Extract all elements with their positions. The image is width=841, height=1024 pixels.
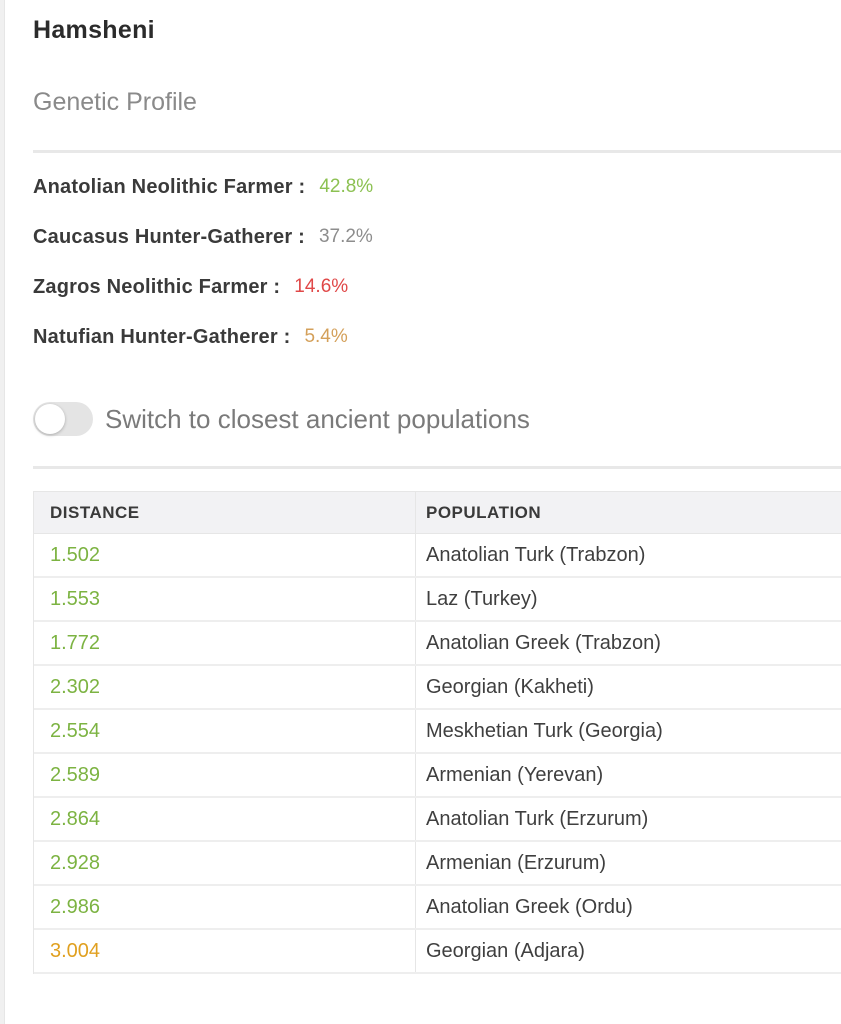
table-row: 1.553 Laz (Turkey) <box>34 578 841 622</box>
profile-label: Zagros Neolithic Farmer : <box>33 276 281 298</box>
population-cell: Anatolian Greek (Trabzon) <box>426 631 661 654</box>
profile-value: 5.4% <box>304 326 348 347</box>
distance-cell: 2.589 <box>34 754 416 796</box>
table-row: 2.986 Anatolian Greek (Ordu) <box>34 886 841 930</box>
table-row: 1.502 Anatolian Turk (Trabzon) <box>34 534 841 578</box>
profile-value: 14.6% <box>294 276 349 297</box>
distance-cell: 2.554 <box>34 710 416 752</box>
toggle-label[interactable]: Switch to closest ancient populations <box>105 404 530 435</box>
population-cell: Anatolian Turk (Trabzon) <box>426 543 646 566</box>
profile-value: 37.2% <box>318 226 373 247</box>
table-row: 1.772 Anatolian Greek (Trabzon) <box>34 622 841 666</box>
ancient-populations-toggle[interactable] <box>33 402 93 436</box>
column-header-population[interactable]: POPULATION <box>416 492 841 533</box>
population-cell: Armenian (Erzurum) <box>426 851 607 874</box>
population-cell: Armenian (Yerevan) <box>426 763 604 786</box>
divider <box>33 150 841 153</box>
distance-cell: 2.302 <box>34 666 416 708</box>
genetic-profile-list: Anatolian Neolithic Farmer : 42.8% Caucasu… <box>33 176 373 376</box>
divider <box>33 466 841 469</box>
distance-cell: 2.986 <box>34 886 416 928</box>
profile-value: 42.8% <box>319 176 374 197</box>
table-row: 2.554 Meskhetian Turk (Georgia) <box>34 710 841 754</box>
results-card: Hamsheni Genetic Profile Anatolian Neoli… <box>4 0 841 1024</box>
table-row: 2.302 Georgian (Kakheti) <box>34 666 841 710</box>
profile-label: Caucasus Hunter-Gatherer : <box>33 226 305 248</box>
distance-cell: 2.928 <box>34 842 416 884</box>
distance-cell: 1.772 <box>34 622 416 664</box>
distance-table: DISTANCE POPULATION 1.502 Anatolian Turk … <box>33 491 841 974</box>
table-header: DISTANCE POPULATION <box>34 491 841 534</box>
table-row: 3.004 Georgian (Adjara) <box>34 930 841 974</box>
table-row: 2.864 Anatolian Turk (Erzurum) <box>34 798 841 842</box>
section-subtitle: Genetic Profile <box>33 88 197 116</box>
distance-cell: 1.553 <box>34 578 416 620</box>
population-cell: Meskhetian Turk (Georgia) <box>426 719 663 742</box>
profile-row: Caucasus Hunter-Gatherer : 37.2% <box>33 226 373 276</box>
population-cell: Laz (Turkey) <box>426 587 538 610</box>
table-row: 2.589 Armenian (Yerevan) <box>34 754 841 798</box>
profile-label: Anatolian Neolithic Farmer : <box>33 176 306 198</box>
distance-cell: 2.864 <box>34 798 416 840</box>
table-body: 1.502 Anatolian Turk (Trabzon) 1.553 Laz (T… <box>34 534 841 974</box>
population-cell: Anatolian Turk (Erzurum) <box>426 807 649 830</box>
population-cell: Georgian (Adjara) <box>426 939 585 962</box>
table-row: 2.928 Armenian (Erzurum) <box>34 842 841 886</box>
column-header-distance[interactable]: DISTANCE <box>34 492 416 533</box>
population-cell: Georgian (Kakheti) <box>426 675 594 698</box>
profile-row: Natufian Hunter-Gatherer : 5.4% <box>33 326 373 376</box>
population-cell: Anatolian Greek (Ordu) <box>426 895 633 918</box>
profile-label: Natufian Hunter-Gatherer : <box>33 326 291 348</box>
profile-row: Zagros Neolithic Farmer : 14.6% <box>33 276 373 326</box>
distance-cell: 1.502 <box>34 534 416 576</box>
distance-cell: 3.004 <box>34 930 416 972</box>
toggle-knob[interactable] <box>35 404 65 434</box>
ancient-populations-toggle-group[interactable]: Switch to closest ancient populations <box>33 402 530 436</box>
page-title: Hamsheni <box>33 16 155 44</box>
profile-row: Anatolian Neolithic Farmer : 42.8% <box>33 176 373 226</box>
